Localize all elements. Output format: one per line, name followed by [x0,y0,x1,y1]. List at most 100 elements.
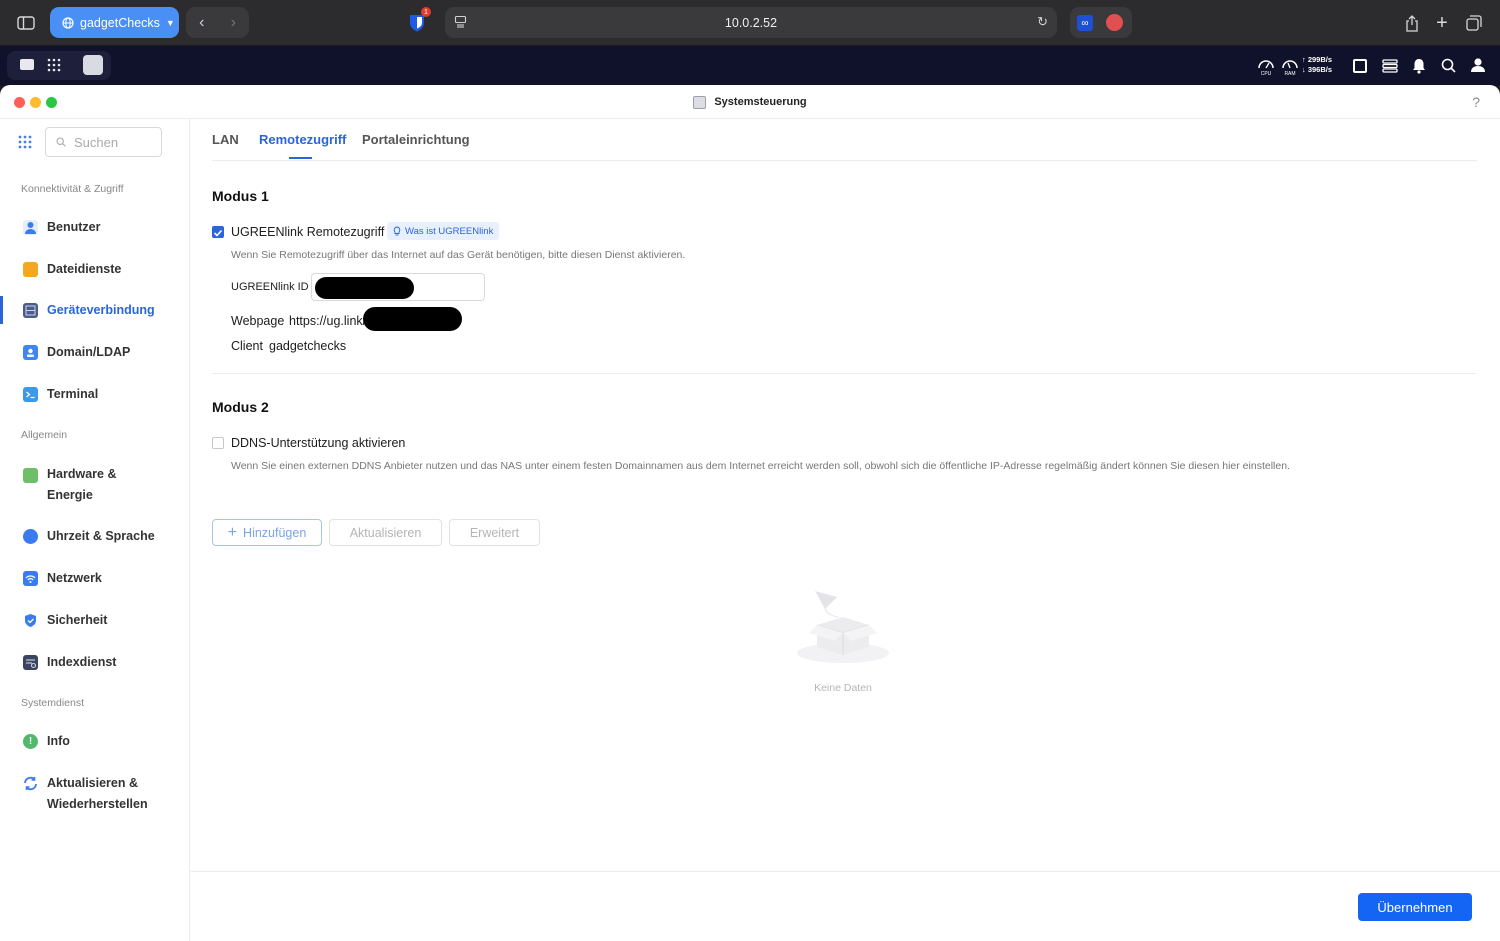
sidebar-item-info[interactable]: ! Info [0,731,189,752]
checkmark-icon [213,229,223,237]
section-divider [212,373,1476,374]
ddns-checkbox-label[interactable]: DDNS-Unterstützung aktivieren [231,436,405,450]
extension-badge: 1 [421,7,431,17]
ugreenlink-id-label: UGREENlink ID [231,281,309,293]
tab-portaleinrichtung[interactable]: Portaleinrichtung [362,132,470,147]
sidebar-item-label: Aktualisieren & [47,776,139,790]
tab-group-label: gadgetChecks [80,15,160,30]
add-button-label: Hinzufügen [243,525,307,540]
ugreenlink-checkbox[interactable] [212,226,224,238]
address-bar[interactable]: 10.0.2.52 ↻ [445,7,1057,38]
tab-lan[interactable]: LAN [212,132,239,147]
apply-button[interactable]: Übernehmen [1358,893,1472,921]
sidebar-item-terminal[interactable]: Terminal [0,384,189,405]
hardware-icon [23,468,38,483]
forward-arrow-icon[interactable]: › [231,14,236,32]
sidebar-item-aktualisieren[interactable]: Aktualisieren & Wiederherstellen [0,773,189,815]
browser-toolbar: gadgetChecks ▼ ‹ › 1 10.0.2.52 ↻ ∞ + [0,0,1500,46]
tab-remotezugriff[interactable]: Remotezugriff [259,132,346,147]
control-panel-taskbar-icon[interactable] [83,55,103,75]
sidebar-item-netzwerk[interactable]: Netzwerk [0,568,189,589]
widgets-icon[interactable] [1353,59,1367,73]
sidebar-item-label: Hardware & [47,467,117,481]
help-icon[interactable]: ? [1472,94,1480,110]
desktop-icon[interactable] [20,59,34,70]
download-arrow-icon: ↓ [1302,65,1306,74]
sidebar-item-label: Netzwerk [47,571,102,585]
modus1-heading: Modus 1 [212,188,269,204]
sidebar-item-domain-ldap[interactable]: Domain/LDAP [0,342,189,363]
sidebar-item-label-group: Aktualisieren & Wiederherstellen [47,773,148,815]
cpu-gauge-icon[interactable]: CPU [1257,57,1275,77]
sidebar-item-label: Benutzer [47,220,101,234]
sidebar-item-uhrzeit-sprache[interactable]: Uhrzeit & Sprache [0,526,189,547]
share-icon[interactable] [1402,8,1422,38]
tomato-extension-icon[interactable] [1106,14,1123,31]
sidebar-item-indexdienst[interactable]: Indexdienst [0,652,189,673]
sidebar-item-label: Terminal [47,387,99,401]
network-icon [23,571,38,586]
extensions-group: ∞ [1070,7,1132,38]
search-input[interactable]: Suchen [45,127,162,157]
ram-gauge-icon[interactable]: RAM [1281,57,1299,77]
back-arrow-icon[interactable]: ‹ [199,14,204,32]
index-icon [23,655,38,670]
user-icon [23,220,38,235]
advanced-button-label: Erweitert [469,525,520,540]
reload-icon[interactable]: ↻ [1037,14,1048,30]
nas-taskbar: CPU RAM ↑ 299B/s ↓ 396B/s [0,46,1500,86]
modus2-heading: Modus 2 [212,399,269,415]
control-panel-window: Systemsteuerung ? Suchen Konnektivität &… [0,85,1500,941]
globe-icon [62,16,74,29]
page-settings-icon[interactable] [454,15,467,31]
sidebar-item-geraeteverbindung[interactable]: Geräteverbindung [0,300,189,321]
sidebar-grid-icon[interactable] [18,135,32,154]
download-speed: 396B/s [1307,65,1333,74]
sidebar-item-dateidienste[interactable]: Dateidienste [0,259,189,280]
refresh-button[interactable]: Aktualisieren [329,519,442,546]
shield-icon [23,613,38,628]
network-speed[interactable]: ↑ 299B/s ↓ 396B/s [1302,55,1332,75]
chevron-down-icon: ▼ [165,17,175,28]
window-title: Systemsteuerung [714,96,807,108]
bell-icon[interactable] [1412,58,1426,79]
search-icon [56,137,66,147]
add-button[interactable]: + Hinzufügen [212,519,322,546]
what-is-ugreenlink-link[interactable]: Was ist UGREENlink [387,222,500,240]
sidebar-item-label: Indexdienst [47,655,117,669]
search-icon[interactable] [1441,58,1456,78]
tab-overview-icon[interactable] [1464,8,1484,38]
webpage-value[interactable]: https://ug.link/ [289,314,366,328]
sidebar-item-sicherheit[interactable]: Sicherheit [0,610,189,631]
infinity-extension-icon[interactable]: ∞ [1077,15,1093,31]
refresh-button-label: Aktualisieren [349,525,422,540]
info-icon: ! [23,734,38,749]
ddns-checkbox[interactable] [212,437,224,449]
url-text: 10.0.2.52 [724,15,778,30]
upload-speed: 299B/s [1307,55,1333,64]
sidebar-item-benutzer[interactable]: Benutzer [0,217,189,238]
advanced-button[interactable]: Erweitert [449,519,540,546]
tab-group-button[interactable]: gadgetChecks ▼ [50,7,179,38]
lightbulb-icon [393,226,401,236]
sidebar-item-hardware-energie[interactable]: Hardware & Energie [0,464,189,506]
sidebar: Suchen Konnektivität & Zugriff Benutzer … [0,119,190,941]
sidebar-item-label: Uhrzeit & Sprache [47,529,155,543]
history-nav: ‹ › [186,7,249,38]
user-icon[interactable] [1470,57,1486,78]
domain-icon [23,345,38,360]
redacted-id [315,277,414,299]
new-tab-icon[interactable]: + [1432,8,1452,38]
ugreenlink-checkbox-label[interactable]: UGREENlink Remotezugriff [231,225,384,239]
plus-icon: + [227,523,238,541]
sidebar-item-label: Domain/LDAP [47,345,131,359]
modus2-description: Wenn Sie einen externen DDNS Anbieter nu… [231,460,1290,472]
task-manager-icon[interactable] [1382,59,1398,78]
upload-arrow-icon: ↑ [1302,55,1306,64]
terminal-icon [23,387,38,402]
footer: Übernehmen [191,871,1500,941]
sidebar-toggle-icon[interactable] [14,8,38,38]
bitwarden-extension-icon[interactable]: 1 [405,7,431,38]
app-grid-icon[interactable] [47,58,61,77]
sidebar-item-label-line2: Energie [47,488,93,502]
